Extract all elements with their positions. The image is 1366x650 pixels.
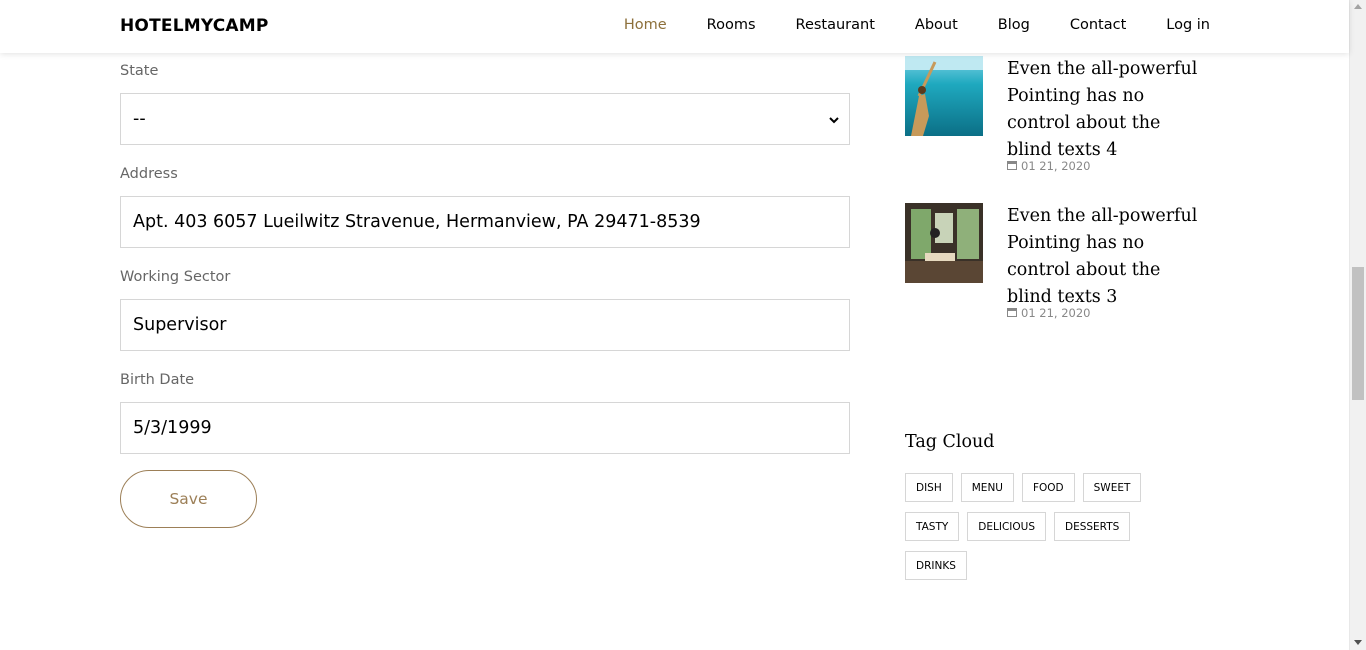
post-thumbnail[interactable] [905,203,983,283]
tag-desserts[interactable]: DESSERTS [1054,512,1131,541]
tag-food[interactable]: FOOD [1021,473,1075,502]
chevron-down-icon [827,112,841,126]
top-navbar: HOTELMYCAMP Home Rooms Restaurant About … [0,0,1349,53]
recent-post[interactable]: Even the all-powerful Pointing has no co… [905,56,1215,186]
post-thumbnail[interactable] [905,56,983,136]
working-sector-input[interactable]: Supervisor [120,299,850,351]
tag-dish[interactable]: DISH [905,473,953,502]
nav-item-about[interactable]: About [915,17,958,33]
calendar-icon [1007,306,1017,320]
scroll-down-arrow[interactable] [1354,640,1362,645]
recent-post[interactable]: Even the all-powerful Pointing has no co… [905,203,1215,333]
page-scrollbar[interactable] [1349,0,1366,650]
post-title[interactable]: Even the all-powerful Pointing has no co… [1007,56,1207,164]
scroll-up-arrow[interactable] [1354,4,1362,9]
tag-delicious[interactable]: DELICIOUS [967,512,1046,541]
post-date: 01 21, 2020 [1007,159,1091,173]
working-sector-label: Working Sector [120,269,231,285]
birth-date-input[interactable]: 5/3/1999 [120,402,850,454]
birth-date-label: Birth Date [120,372,195,388]
nav-item-contact[interactable]: Contact [1070,17,1126,33]
address-label: Address [120,166,178,182]
save-button[interactable]: Save [120,470,257,528]
tag-cloud-title: Tag Cloud [905,432,995,452]
calendar-icon [1007,159,1017,173]
scrollbar-thumb[interactable] [1352,267,1364,400]
nav-item-home[interactable]: Home [624,17,667,33]
tag-tasty[interactable]: TASTY [905,512,960,541]
nav-item-rooms[interactable]: Rooms [707,17,756,33]
tag-drinks[interactable]: DRINKS [905,551,967,580]
post-date: 01 21, 2020 [1007,306,1091,320]
state-label: State [120,63,159,79]
tag-sweet[interactable]: SWEET [1082,473,1142,502]
tag-menu[interactable]: MENU [960,473,1014,502]
post-title[interactable]: Even the all-powerful Pointing has no co… [1007,203,1207,311]
nav-menu: Home Rooms Restaurant About Blog Contact… [584,17,1210,33]
nav-item-restaurant[interactable]: Restaurant [796,17,875,33]
nav-item-blog[interactable]: Blog [998,17,1030,33]
nav-item-login[interactable]: Log in [1166,17,1210,33]
state-select[interactable]: -- [120,93,850,145]
address-input[interactable]: Apt. 403 6057 Lueilwitz Stravenue, Herma… [120,196,850,248]
tag-cloud: DISH MENU FOOD SWEET TASTY DELICIOUS DES… [905,473,1165,580]
brand-logo[interactable]: HOTELMYCAMP [120,16,269,36]
state-select-value: -- [133,109,146,129]
